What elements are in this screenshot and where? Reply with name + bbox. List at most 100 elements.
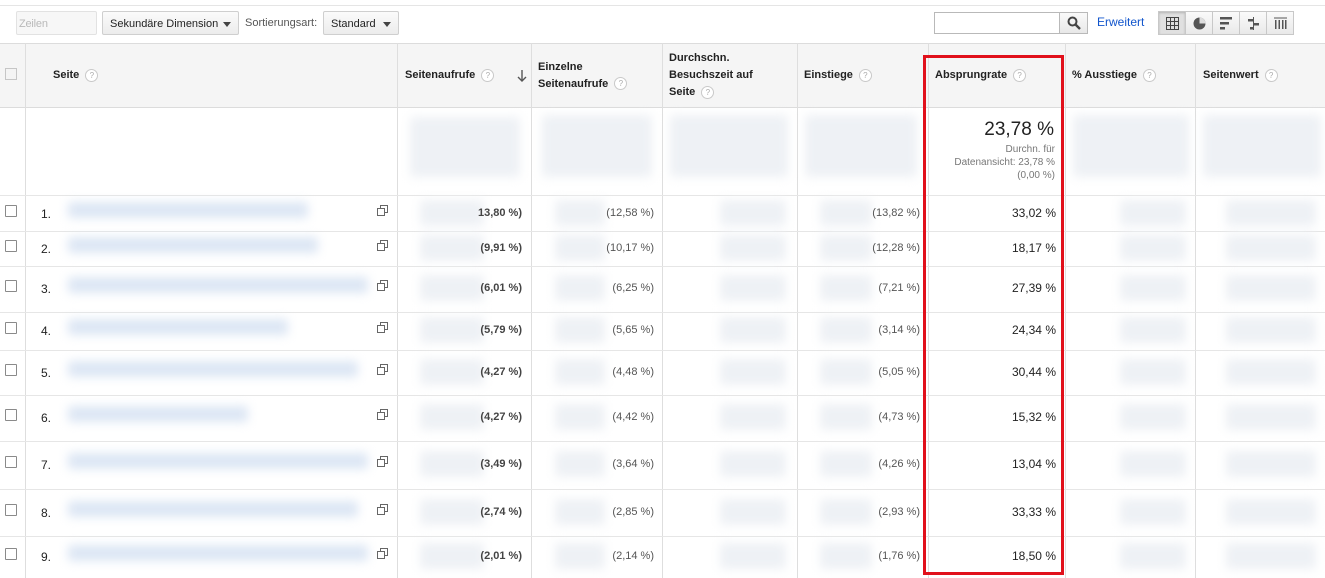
open-external-icon[interactable] bbox=[377, 504, 388, 518]
redacted-page-link[interactable] bbox=[68, 406, 248, 422]
entrances-share: (3,14 %) bbox=[878, 324, 920, 336]
redacted-summary bbox=[1203, 115, 1321, 177]
row-checkbox[interactable] bbox=[5, 280, 17, 292]
comparison-icon bbox=[1248, 17, 1259, 30]
redacted-page-link[interactable] bbox=[68, 501, 358, 517]
column-title: Seitenaufrufe bbox=[405, 69, 476, 81]
column-title-line: Einzelne bbox=[538, 60, 583, 73]
redacted-value bbox=[720, 235, 786, 261]
redacted-page-link[interactable] bbox=[68, 319, 288, 335]
unique-pageviews-share: (3,64 %) bbox=[612, 458, 654, 470]
pie-view-button[interactable] bbox=[1185, 11, 1213, 35]
row-checkbox[interactable] bbox=[5, 240, 17, 252]
entrances-share: (1,76 %) bbox=[878, 550, 920, 562]
column-title-line: Durchschn. bbox=[669, 52, 730, 64]
row-number: 4. bbox=[41, 324, 52, 338]
row-divider bbox=[0, 266, 1325, 267]
chevron-down-icon bbox=[223, 22, 231, 27]
column-divider bbox=[662, 43, 663, 578]
help-icon[interactable]: ? bbox=[1264, 69, 1278, 82]
column-header-page-value[interactable]: Seitenwert? bbox=[1203, 43, 1323, 108]
pie-icon bbox=[1193, 17, 1206, 30]
redacted-value bbox=[720, 275, 786, 301]
redacted-value bbox=[720, 200, 786, 226]
help-icon[interactable]: ? bbox=[481, 69, 495, 82]
sort-descending-icon[interactable] bbox=[517, 70, 527, 82]
column-header-entrances[interactable]: Einstiege? bbox=[804, 43, 919, 108]
search-button[interactable] bbox=[1059, 12, 1088, 34]
open-external-icon[interactable] bbox=[377, 205, 388, 219]
redacted-value bbox=[1226, 451, 1316, 477]
bar-icon bbox=[1220, 17, 1232, 30]
help-icon[interactable]: ? bbox=[701, 85, 715, 99]
row-checkbox[interactable] bbox=[5, 205, 17, 217]
column-title-line: Seitenaufrufe bbox=[538, 77, 609, 90]
row-divider bbox=[0, 350, 1325, 351]
open-external-icon[interactable] bbox=[377, 364, 388, 378]
column-divider bbox=[397, 43, 398, 578]
redacted-value bbox=[1226, 200, 1316, 226]
unique-pageviews-share: (2,85 %) bbox=[612, 506, 654, 518]
advanced-search-link[interactable]: Erweitert bbox=[1097, 15, 1144, 29]
row-checkbox[interactable] bbox=[5, 364, 17, 376]
open-external-icon[interactable] bbox=[377, 548, 388, 562]
help-icon[interactable]: ? bbox=[85, 69, 99, 82]
pageviews-share: 13,80 %) bbox=[477, 207, 522, 219]
row-divider bbox=[0, 195, 1325, 196]
redacted-value bbox=[1120, 359, 1186, 385]
table-view-button[interactable] bbox=[1158, 11, 1186, 35]
column-title-line: Besuchszeit auf bbox=[669, 69, 753, 81]
row-checkbox[interactable] bbox=[5, 504, 17, 516]
entrances-share: (4,73 %) bbox=[878, 411, 920, 423]
column-divider bbox=[531, 43, 532, 578]
redacted-value bbox=[1226, 359, 1316, 385]
column-header-page[interactable]: Seite? bbox=[53, 43, 393, 108]
redacted-page-link[interactable] bbox=[68, 361, 358, 377]
column-title: % Ausstiege bbox=[1072, 69, 1138, 81]
redacted-value bbox=[1120, 543, 1186, 569]
row-checkbox[interactable] bbox=[5, 456, 17, 468]
select-all-checkbox[interactable] bbox=[5, 68, 17, 80]
pageviews-share: (3,49 %) bbox=[480, 458, 522, 470]
column-header-avg-time[interactable]: Durchschn. Besuchszeit auf Seite? bbox=[669, 43, 794, 108]
column-header-exits[interactable]: % Ausstiege? bbox=[1072, 43, 1192, 108]
open-external-icon[interactable] bbox=[377, 280, 388, 294]
view-selector bbox=[1158, 11, 1294, 35]
pageviews-share: (5,79 %) bbox=[480, 324, 522, 336]
entrances-share: (7,21 %) bbox=[878, 282, 920, 294]
help-icon[interactable]: ? bbox=[614, 77, 628, 91]
pivot-view-button[interactable] bbox=[1266, 11, 1294, 35]
pageviews-share: (6,01 %) bbox=[480, 282, 522, 294]
redacted-summary bbox=[410, 117, 520, 177]
open-external-icon[interactable] bbox=[377, 322, 388, 336]
performance-view-button[interactable] bbox=[1212, 11, 1240, 35]
row-checkbox[interactable] bbox=[5, 548, 17, 560]
open-external-icon[interactable] bbox=[377, 456, 388, 470]
redacted-value bbox=[720, 543, 786, 569]
show-rows-button[interactable]: Zeilen darstellen bbox=[16, 11, 97, 54]
search-input[interactable] bbox=[934, 12, 1060, 34]
help-icon[interactable]: ? bbox=[1143, 69, 1157, 82]
column-title: Seitenwert bbox=[1203, 69, 1259, 81]
redacted-value bbox=[1120, 317, 1186, 343]
row-checkbox[interactable] bbox=[5, 409, 17, 421]
column-header-pageviews[interactable]: Seitenaufrufe? bbox=[405, 43, 525, 108]
redacted-page-link[interactable] bbox=[68, 202, 308, 218]
unique-pageviews-share: (12,58 %) bbox=[606, 207, 654, 219]
comparison-view-button[interactable] bbox=[1239, 11, 1267, 35]
redacted-value bbox=[1120, 499, 1186, 525]
sort-type-dropdown[interactable]: Standard bbox=[323, 11, 399, 35]
row-number: 6. bbox=[41, 411, 52, 425]
unique-pageviews-share: (2,14 %) bbox=[612, 550, 654, 562]
redacted-page-link[interactable] bbox=[68, 545, 368, 561]
redacted-page-link[interactable] bbox=[68, 237, 318, 253]
help-icon[interactable]: ? bbox=[858, 69, 872, 82]
row-checkbox[interactable] bbox=[5, 322, 17, 334]
open-external-icon[interactable] bbox=[377, 240, 388, 254]
secondary-dimension-dropdown[interactable]: Sekundäre Dimension bbox=[102, 11, 239, 35]
redacted-page-link[interactable] bbox=[68, 277, 368, 293]
open-external-icon[interactable] bbox=[377, 409, 388, 423]
column-header-unique-pageviews[interactable]: Einzelne Seitenaufrufe? bbox=[538, 43, 658, 108]
column-divider bbox=[797, 43, 798, 578]
redacted-page-link[interactable] bbox=[68, 453, 368, 469]
